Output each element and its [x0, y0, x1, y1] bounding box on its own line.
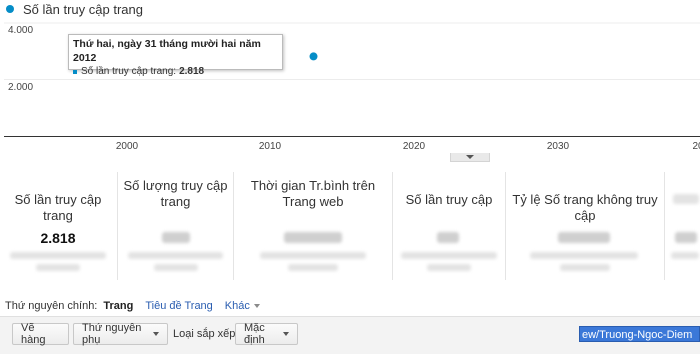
tooltip-value: 2.818	[179, 66, 205, 77]
dimension-other-label: Khác	[224, 300, 250, 312]
chevron-down-icon	[253, 304, 260, 309]
secondary-dimension-label: Thứ nguyên phụ	[82, 322, 142, 346]
table-search-input[interactable]: ew/Truong-Ngoc-Diem	[579, 326, 700, 342]
metric-value: 2.818	[40, 230, 76, 246]
dimension-other-link[interactable]: Khác	[225, 300, 260, 312]
blurred-value	[558, 232, 610, 243]
blurred-subtext	[427, 264, 471, 271]
chevron-down-icon	[153, 332, 159, 336]
blurred-subtext	[154, 264, 198, 271]
x-tick-label: 2020	[402, 141, 426, 152]
blurred-subtext	[128, 252, 223, 259]
blurred-value	[162, 232, 190, 243]
tooltip-row: Số lần truy cập trang: 2.818	[73, 65, 278, 78]
plot-rows-label: Vẽ hàng	[21, 322, 46, 346]
metric-partial[interactable]	[664, 172, 700, 280]
chevron-down-icon	[466, 155, 474, 159]
blurred-value	[675, 232, 697, 243]
metric-label: Tỷ lệ Số trang không truy cập	[512, 192, 658, 223]
metrics-scorecard: Số lần truy cập trang 2.818 Số lượng tru…	[0, 172, 700, 280]
primary-dimension-label: Thứ nguyên chính:	[5, 300, 98, 312]
metric-pageviews[interactable]: Số lần truy cập trang 2.818	[0, 172, 116, 280]
sort-type-dropdown[interactable]: Mặc định	[235, 322, 298, 346]
chart-legend[interactable]: Số lần truy cập trang	[6, 1, 143, 17]
chevron-down-icon	[283, 332, 289, 336]
chart-collapse-toggle[interactable]	[450, 153, 490, 162]
table-toolbar: Vẽ hàng Thứ nguyên phụ Loại sắp xếp: Mặc…	[0, 316, 700, 354]
blurred-label	[673, 194, 699, 204]
sort-type-value: Mặc định	[244, 322, 265, 346]
plot-rows-button[interactable]: Vẽ hàng	[12, 322, 69, 346]
legend-label: Số lần truy cập trang	[23, 1, 143, 17]
metric-unique-pageviews[interactable]: Số lượng truy cập trang	[117, 172, 233, 280]
blurred-value	[284, 232, 342, 243]
y-tick-label: 4.000	[8, 25, 34, 36]
metric-bounce-rate[interactable]: Tỷ lệ Số trang không truy cập	[505, 172, 664, 280]
blurred-subtext	[10, 252, 106, 259]
dimension-page-selected[interactable]: Trang	[103, 300, 133, 312]
legend-dot-icon	[6, 5, 14, 13]
sort-type-label: Loại sắp xếp:	[173, 328, 239, 340]
metric-avg-time[interactable]: Thời gian Tr.bình trên Trang web	[233, 172, 392, 280]
metric-label: Số lượng truy cập trang	[123, 178, 228, 209]
metric-label: Số lần truy cập	[405, 192, 493, 207]
x-tick-label: 2010	[258, 141, 282, 152]
metric-label: Thời gian Tr.bình trên Trang web	[250, 178, 376, 209]
tooltip-date: Thứ hai, ngày 31 tháng mười hai năm 2012	[73, 38, 261, 64]
blurred-subtext	[36, 264, 80, 271]
x-tick-label: 2030	[546, 141, 570, 152]
x-tick-label: 20	[692, 141, 700, 152]
secondary-dimension-dropdown[interactable]: Thứ nguyên phụ	[73, 322, 168, 346]
data-point	[309, 52, 318, 61]
chart-tooltip: Thứ hai, ngày 31 tháng mười hai năm 2012…	[68, 34, 283, 77]
blurred-subtext	[288, 264, 338, 271]
series-square-icon	[73, 69, 77, 74]
metric-entrances[interactable]: Số lần truy cập	[392, 172, 505, 280]
blurred-subtext	[530, 252, 638, 259]
blurred-subtext	[401, 252, 497, 259]
blurred-subtext	[671, 252, 699, 259]
primary-dimension-row: Thứ nguyên chính: Trang Tiêu đề Trang Kh…	[5, 300, 260, 312]
y-tick-label: 2.000	[8, 82, 34, 93]
blurred-value	[437, 232, 459, 243]
dimension-page-title-link[interactable]: Tiêu đề Trang	[145, 300, 212, 312]
blurred-subtext	[560, 264, 610, 271]
metric-label: Số lần truy cập trang	[14, 192, 102, 223]
tooltip-series-label: Số lần truy cập trang:	[81, 66, 177, 77]
blurred-subtext	[260, 252, 366, 259]
x-tick-label: 2000	[115, 141, 139, 152]
